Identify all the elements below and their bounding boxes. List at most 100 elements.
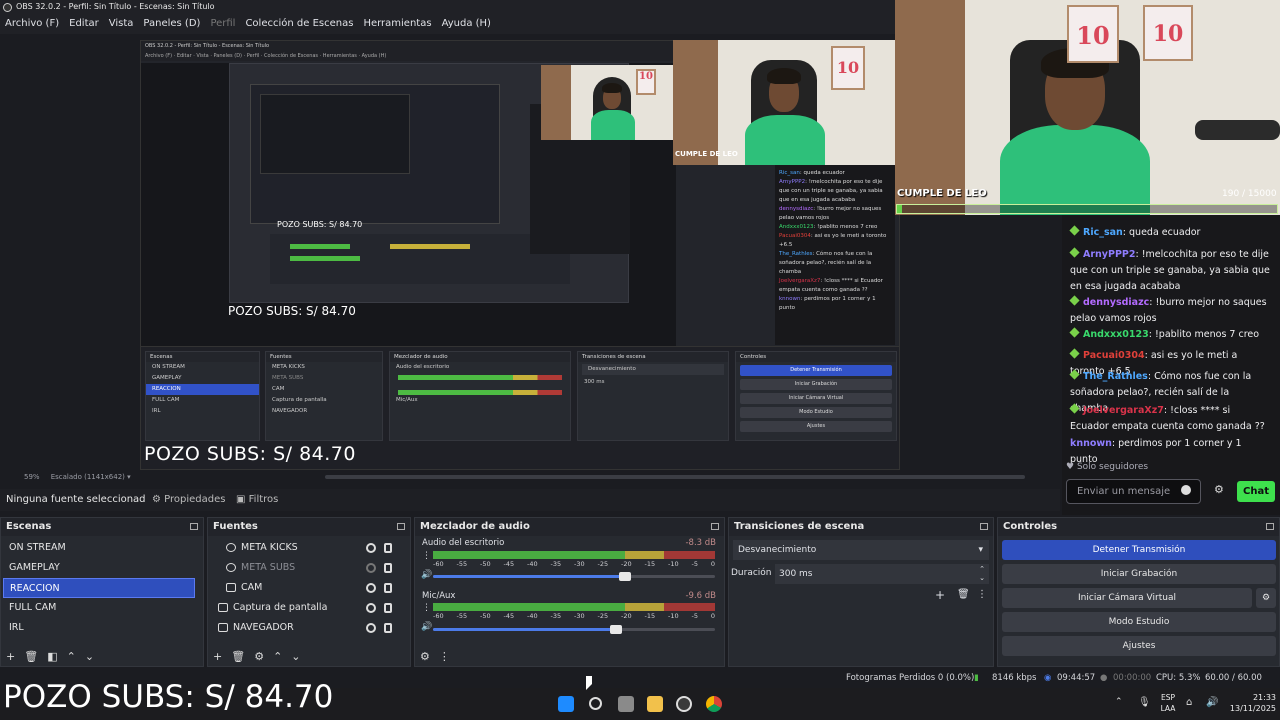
scaled-info[interactable]: Escalado (1141x642) (51, 473, 125, 481)
lock-icon[interactable] (384, 543, 392, 553)
move-up-icon[interactable]: ⌃ (67, 650, 76, 663)
track-menu-icon[interactable]: ⋮ (422, 551, 431, 561)
scene-item[interactable]: GAMEPLAY (3, 558, 195, 578)
menu-archivo[interactable]: Archivo (F) (5, 14, 59, 34)
lock-icon[interactable] (384, 563, 392, 573)
source-item[interactable]: NAVEGADOR (210, 618, 402, 638)
remove-source-icon[interactable]: 🗑 (231, 650, 245, 663)
add-source-icon[interactable]: + (213, 650, 222, 663)
file-explorer-icon[interactable] (647, 696, 663, 712)
menu-herramientas[interactable]: Herramientas (363, 14, 431, 34)
volume-knob[interactable] (610, 625, 623, 634)
move-down-icon[interactable]: ⌄ (291, 650, 300, 663)
scene-filters-icon[interactable]: ◧ (47, 650, 57, 663)
settings-button[interactable]: Ajustes (1002, 636, 1276, 656)
source-item[interactable]: META KICKS (210, 538, 402, 558)
undock-icon[interactable] (1266, 523, 1274, 530)
lock-icon[interactable] (384, 623, 392, 633)
meter-tick: -25 (597, 612, 609, 620)
chat-user[interactable]: knnown (1070, 438, 1112, 449)
scene-item[interactable]: ON STREAM (3, 538, 195, 558)
undock-icon[interactable] (190, 523, 198, 530)
eye-icon[interactable] (366, 583, 376, 593)
scene-item-selected[interactable]: REACCION (3, 578, 195, 598)
chat-user[interactable]: Andxxx0123 (1083, 329, 1149, 340)
clock[interactable]: 21:33 13/11/2025 (1226, 692, 1276, 714)
speaker-icon[interactable]: 🔊 (421, 570, 432, 580)
chat-user[interactable]: Ric_san (1083, 227, 1123, 238)
eye-icon[interactable] (366, 603, 376, 613)
virtual-camera-button[interactable]: Iniciar Cámara Virtual (1002, 588, 1252, 608)
lock-icon[interactable] (384, 603, 392, 613)
undock-icon[interactable] (980, 523, 988, 530)
nested-scene: ON STREAM (152, 364, 185, 370)
volume-knob[interactable] (618, 572, 631, 581)
emote-icon[interactable] (1181, 485, 1191, 495)
volume-slider[interactable] (433, 625, 623, 634)
volume-slider[interactable] (433, 572, 631, 581)
add-scene-icon[interactable]: + (6, 650, 15, 663)
task-view-icon[interactable] (618, 696, 634, 712)
transition-menu-icon[interactable]: ⋮ (977, 589, 987, 600)
chat-send-button[interactable]: Chat (1237, 481, 1275, 502)
chat-user[interactable]: ArnyPPP2 (1083, 249, 1136, 260)
menu-coleccion[interactable]: Colección de Escenas (245, 14, 353, 34)
menu-ayuda[interactable]: Ayuda (H) (442, 14, 491, 34)
windows-start-icon[interactable] (558, 696, 574, 712)
duration-input[interactable]: 300 ms ⌃ ⌄ (775, 564, 989, 584)
add-transition-icon[interactable]: + (935, 588, 945, 602)
filters-button[interactable]: ▣ Filtros (236, 489, 278, 511)
scene-item[interactable]: FULL CAM (3, 598, 195, 618)
menu-editar[interactable]: Editar (69, 14, 99, 34)
chat-settings-icon[interactable]: ⚙ (1214, 483, 1224, 496)
scene-item[interactable]: IRL (3, 618, 195, 638)
wifi-icon[interactable]: ⌂ (1186, 697, 1192, 708)
transition-select[interactable]: Desvanecimiento ▾ (733, 540, 989, 560)
start-recording-button[interactable]: Iniciar Grabación (1002, 564, 1276, 584)
source-item[interactable]: Captura de pantalla (210, 598, 402, 618)
stop-stream-button[interactable]: Detener Transmisión (1002, 540, 1276, 560)
studio-mode-button[interactable]: Modo Estudio (1002, 612, 1276, 632)
remove-transition-icon[interactable]: 🗑 (957, 589, 970, 600)
obs-taskbar-icon[interactable] (676, 696, 692, 712)
track-menu-icon[interactable]: ⋮ (422, 603, 431, 613)
nested-control-button: Ajustes (740, 421, 892, 432)
tray-chevron-icon[interactable]: ⌃ (1115, 697, 1123, 707)
virtual-camera-settings-icon[interactable]: ⚙ (1256, 588, 1276, 608)
source-settings-icon[interactable]: ⚙ (254, 650, 264, 663)
chat-user[interactable]: dennysdiazc (1083, 297, 1149, 308)
undock-icon[interactable] (397, 523, 405, 530)
meter-tick: -20 (621, 612, 632, 620)
preview-scrollbar[interactable] (325, 475, 1025, 479)
eye-hidden-icon[interactable] (366, 563, 376, 573)
chat-message: dennysdiazc: !burro mejor no saques pela… (1069, 295, 1267, 324)
source-item[interactable]: META SUBS (210, 558, 402, 578)
advanced-audio-icon[interactable]: ⚙ (420, 650, 430, 663)
remove-scene-icon[interactable]: 🗑 (24, 650, 38, 663)
chat-user[interactable]: JoelvergaraXz7 (1083, 405, 1164, 416)
properties-button[interactable]: ⚙ Propiedades (152, 489, 225, 511)
menu-paneles[interactable]: Paneles (D) (143, 14, 200, 34)
chrome-icon[interactable] (706, 696, 722, 712)
menu-perfil[interactable]: Perfil (210, 14, 235, 34)
chat-user[interactable]: Pacuai0304 (1083, 350, 1145, 361)
mixer-menu-icon[interactable]: ⋮ (439, 650, 450, 663)
source-item[interactable]: CAM (210, 578, 402, 598)
spin-icon[interactable]: ⌃ ⌄ (979, 565, 985, 583)
language-indicator[interactable]: ESP LAA (1158, 692, 1178, 714)
search-icon[interactable] (589, 697, 602, 710)
meter-tick: -10 (668, 560, 679, 568)
menu-vista[interactable]: Vista (109, 14, 134, 34)
eye-icon[interactable] (366, 623, 376, 633)
undock-icon[interactable] (711, 523, 719, 530)
meter-tick: -55 (456, 560, 468, 568)
speaker-icon[interactable]: 🔊 (421, 622, 432, 632)
chat-user[interactable]: The_Rathles (1083, 371, 1148, 382)
move-up-icon[interactable]: ⌃ (273, 650, 282, 663)
microphone-icon[interactable]: 🎙 (1138, 697, 1151, 708)
zoom-level[interactable]: 59% (24, 473, 40, 481)
volume-icon[interactable]: 🔊 (1206, 697, 1218, 708)
move-down-icon[interactable]: ⌄ (85, 650, 94, 663)
eye-icon[interactable] (366, 543, 376, 553)
lock-icon[interactable] (384, 583, 392, 593)
